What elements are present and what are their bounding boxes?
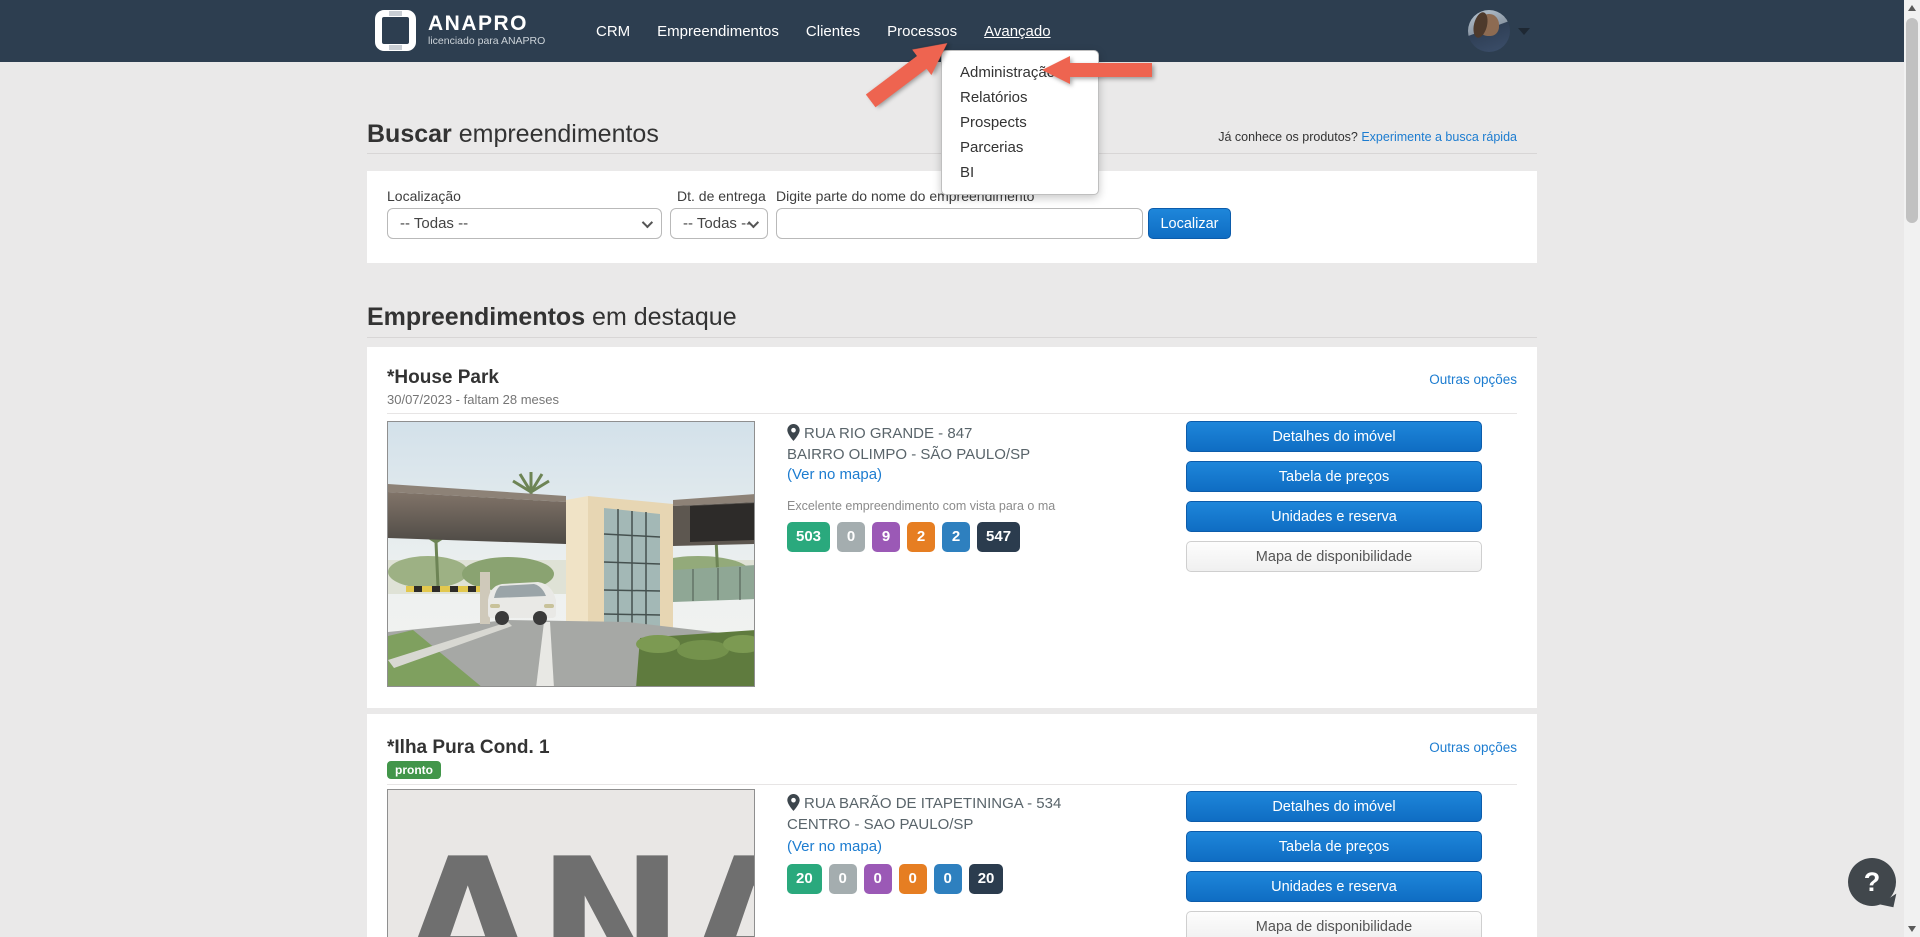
outras-opcoes-link[interactable]: Outras opções	[1429, 372, 1517, 387]
divider	[387, 784, 1517, 785]
property-photo-render	[388, 422, 755, 687]
mapa-de-disponibilidade-button[interactable]: Mapa de disponibilidade	[1186, 911, 1482, 937]
address-line-2: CENTRO - SAO PAULO/SP	[787, 816, 973, 833]
localizacao-label: Localização	[387, 188, 461, 204]
avancado-dropdown-menu: Administração Relatórios Prospects Parce…	[941, 50, 1099, 195]
nav-item-clientes[interactable]: Clientes	[806, 23, 860, 40]
counter-badge: 0	[837, 522, 865, 552]
menu-item-bi[interactable]: BI	[942, 160, 1098, 185]
property-description: Excelente empreendimento com vista para …	[787, 499, 1055, 513]
unidades-e-reserva-button[interactable]: Unidades e reserva	[1186, 871, 1482, 902]
nav-item-crm[interactable]: CRM	[596, 23, 630, 40]
menu-item-prospects[interactable]: Prospects	[942, 110, 1098, 135]
question-mark-icon: ?	[1864, 867, 1881, 898]
property-name: *Ilha Pura Cond. 1	[387, 737, 550, 759]
unit-counters: 503 0 9 2 2 547	[787, 522, 1020, 552]
nome-input[interactable]	[776, 208, 1143, 239]
counter-badge: 0	[934, 864, 962, 894]
counter-badge: 547	[977, 522, 1020, 552]
page: ANAPRO licenciado para ANAPRO CRM Empree…	[0, 0, 1920, 937]
address-line-2: BAIRRO OLIMPO - SÃO PAULO/SP	[787, 446, 1030, 463]
detalhes-do-imovel-button[interactable]: Detalhes do imóvel	[1186, 791, 1482, 822]
localizacao-select-value: -- Todas --	[400, 215, 468, 232]
localizacao-select[interactable]: -- Todas --	[387, 208, 662, 239]
counter-badge: 0	[899, 864, 927, 894]
nav-item-processos[interactable]: Processos	[887, 23, 957, 40]
entrega-select[interactable]: -- Todas --	[670, 208, 768, 239]
brand-logo[interactable]: ANAPRO licenciado para ANAPRO	[375, 10, 545, 51]
outras-opcoes-link[interactable]: Outras opções	[1429, 740, 1517, 755]
brand-subtitle: licenciado para ANAPRO	[428, 35, 545, 48]
counter-badge: 20	[969, 864, 1004, 894]
counter-badge: 2	[907, 522, 935, 552]
scrollbar[interactable]	[1904, 0, 1920, 937]
anapro-logo-icon	[375, 10, 416, 51]
counter-badge: 9	[872, 522, 900, 552]
scroll-up-arrow-icon[interactable]	[1904, 0, 1920, 16]
nav-item-empreendimentos[interactable]: Empreendimentos	[657, 23, 779, 40]
scroll-down-arrow-icon[interactable]	[1904, 921, 1920, 937]
property-card: *House Park 30/07/2023 - faltam 28 meses…	[367, 347, 1537, 708]
property-photo-placeholder[interactable]: ANA	[387, 789, 755, 937]
counter-badge: 20	[787, 864, 822, 894]
status-badge: pronto	[387, 761, 441, 779]
entrega-select-value: -- Todas --	[683, 215, 751, 232]
menu-item-administracao[interactable]: Administração	[942, 60, 1098, 85]
address-line-1: RUA RIO GRANDE - 847	[787, 424, 972, 442]
featured-title-rest: em destaque	[585, 303, 737, 331]
entrega-label: Dt. de entrega	[677, 188, 766, 204]
localizar-button[interactable]: Localizar	[1148, 208, 1231, 239]
property-name: *House Park	[387, 367, 499, 389]
nav-item-avancado[interactable]: Avançado	[984, 23, 1050, 40]
detalhes-do-imovel-button[interactable]: Detalhes do imóvel	[1186, 421, 1482, 452]
address-line-1: RUA BARÃO DE ITAPETININGA - 534	[787, 794, 1061, 812]
brand-name: ANAPRO	[428, 13, 545, 35]
counter-badge: 2	[942, 522, 970, 552]
placeholder-logo-text: ANA	[400, 836, 755, 937]
quick-search-link[interactable]: Experimente a busca rápida	[1361, 130, 1517, 144]
tabela-de-precos-button[interactable]: Tabela de preços	[1186, 831, 1482, 862]
help-button[interactable]: ?	[1848, 858, 1896, 906]
street: RUA BARÃO DE ITAPETININGA - 534	[804, 795, 1061, 812]
chevron-down-icon	[642, 217, 653, 228]
scrollbar-thumb[interactable]	[1906, 18, 1918, 223]
counter-badge: 503	[787, 522, 830, 552]
delivery-date: 30/07/2023 - faltam 28 meses	[387, 392, 559, 407]
counter-badge: 0	[829, 864, 857, 894]
promo-question: Já conhece os produtos?	[1218, 130, 1361, 144]
street: RUA RIO GRANDE - 847	[804, 425, 972, 442]
map-pin-icon	[787, 794, 800, 811]
tabela-de-precos-button[interactable]: Tabela de preços	[1186, 461, 1482, 492]
unit-counters: 20 0 0 0 0 20	[787, 864, 1003, 894]
map-pin-icon	[787, 424, 800, 441]
unidades-e-reserva-button[interactable]: Unidades e reserva	[1186, 501, 1482, 532]
property-card: *Ilha Pura Cond. 1 pronto Outras opções …	[367, 714, 1537, 937]
divider	[387, 413, 1517, 414]
menu-item-parcerias[interactable]: Parcerias	[942, 135, 1098, 160]
avatar[interactable]	[1468, 10, 1510, 52]
property-photo[interactable]	[387, 421, 755, 687]
featured-section-title: Empreendimentos em destaque	[367, 303, 737, 332]
menu-item-relatorios[interactable]: Relatórios	[942, 85, 1098, 110]
chevron-down-icon	[1518, 28, 1530, 35]
user-menu[interactable]	[1468, 10, 1530, 52]
counter-badge: 0	[864, 864, 892, 894]
mapa-de-disponibilidade-button[interactable]: Mapa de disponibilidade	[1186, 541, 1482, 572]
divider	[367, 337, 1537, 338]
featured-title-bold: Empreendimentos	[367, 303, 585, 331]
ver-no-mapa-link[interactable]: (Ver no mapa)	[787, 838, 882, 855]
ver-no-mapa-link[interactable]: (Ver no mapa)	[787, 466, 882, 483]
